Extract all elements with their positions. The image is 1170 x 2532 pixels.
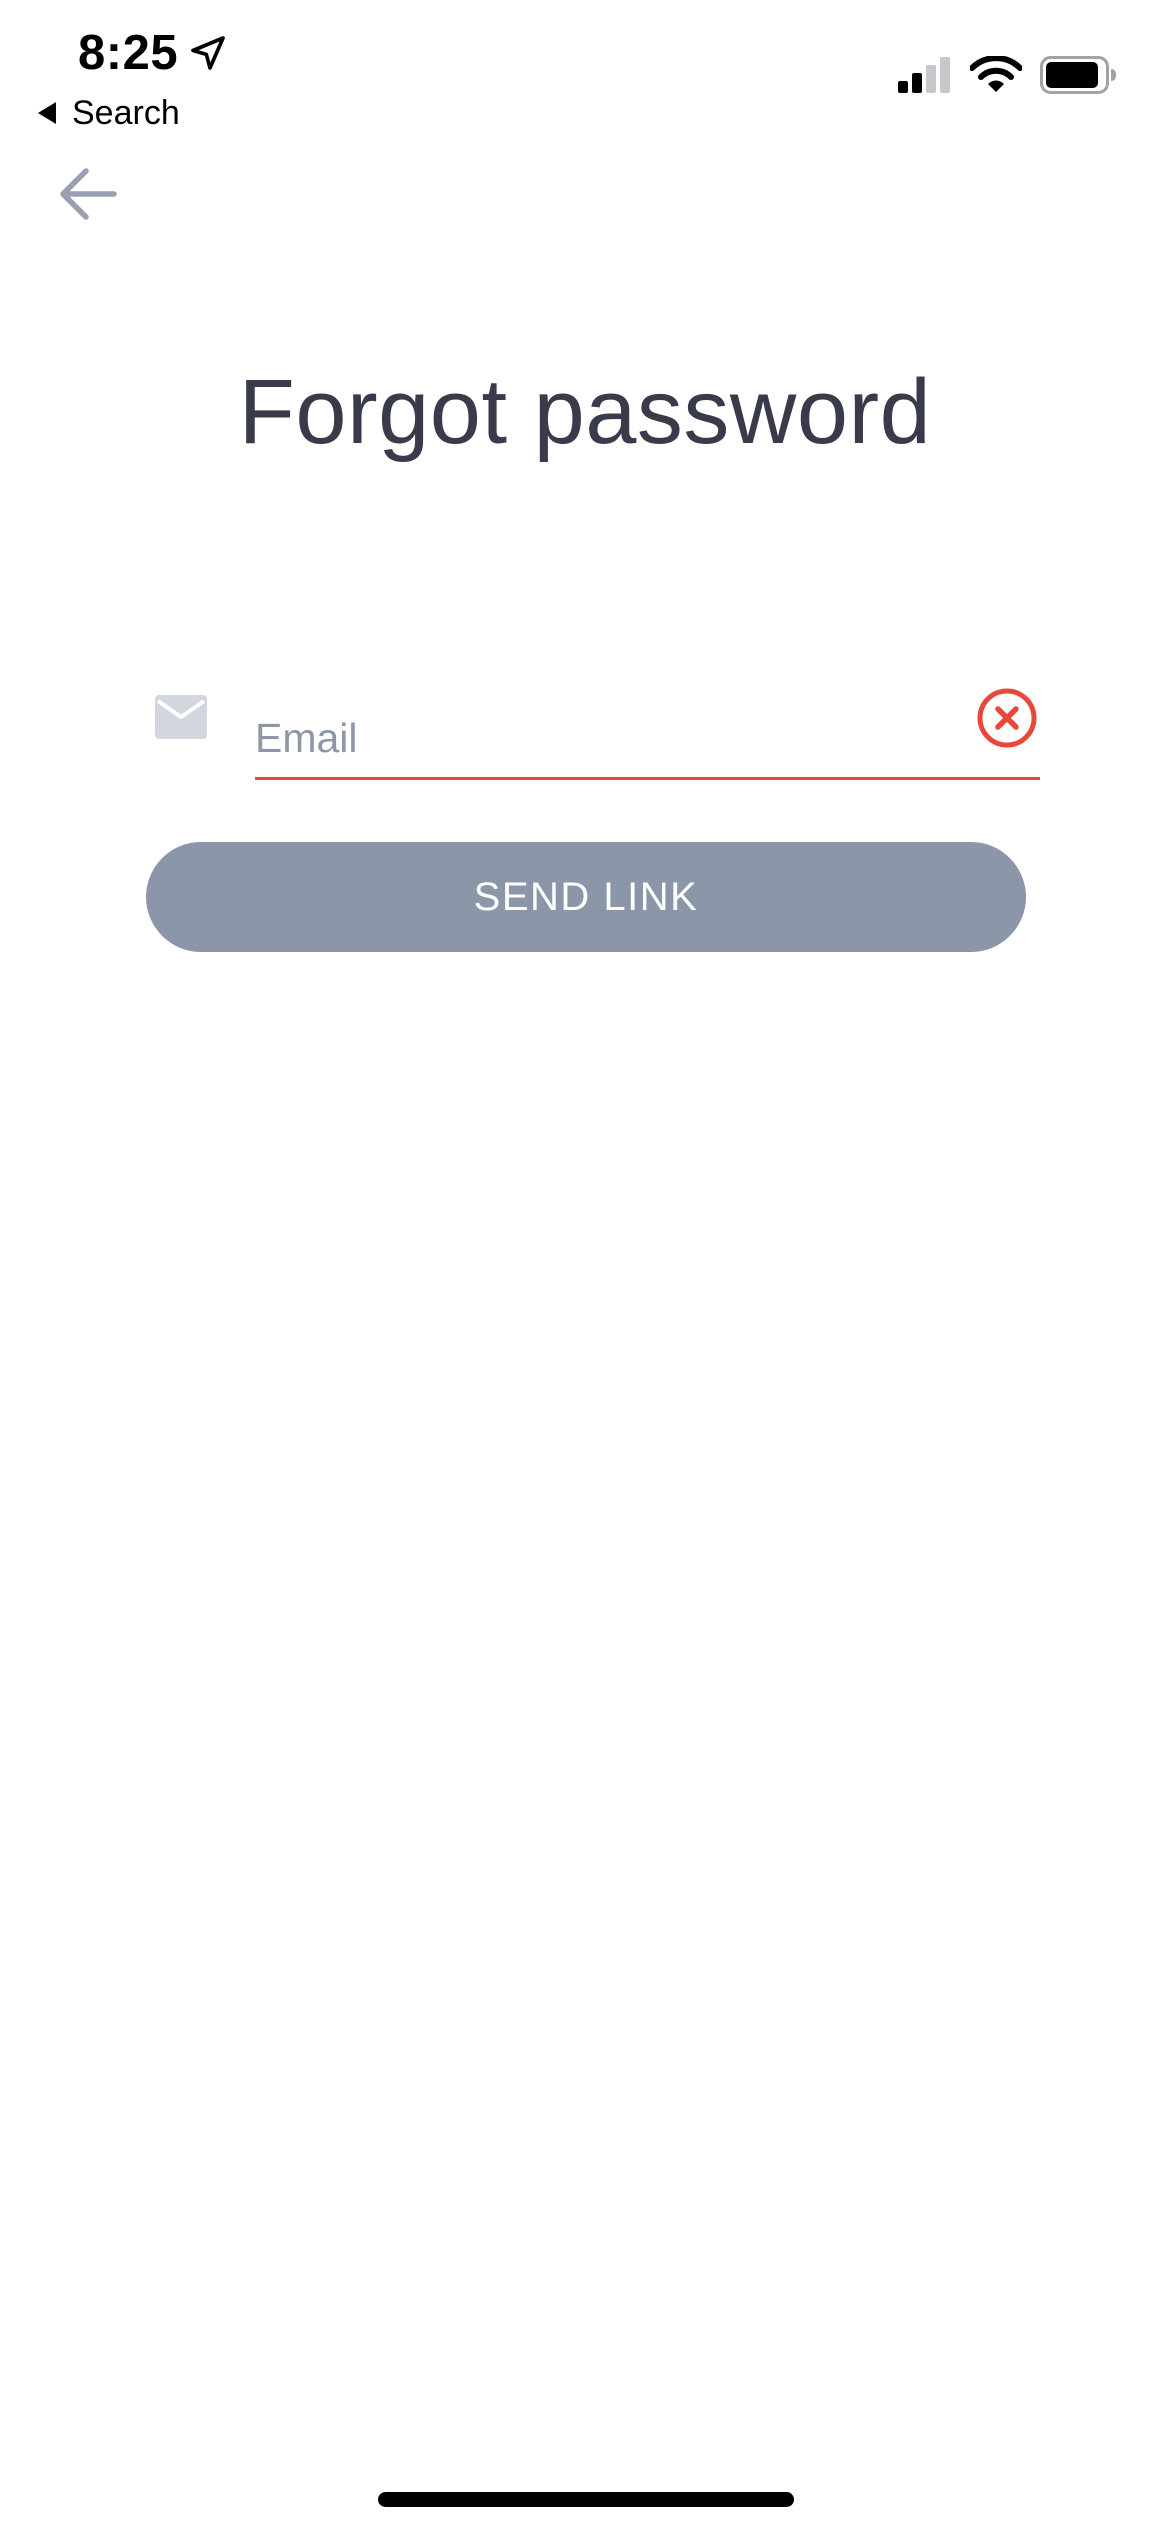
send-link-label: SEND LINK xyxy=(473,874,699,919)
home-indicator[interactable] xyxy=(378,2492,794,2507)
cellular-signal-icon xyxy=(898,57,950,93)
back-to-search-label: Search xyxy=(72,93,180,132)
location-arrow-icon xyxy=(191,36,225,70)
back-triangle-icon xyxy=(38,102,56,124)
back-button[interactable] xyxy=(52,158,124,230)
mail-icon xyxy=(155,695,207,739)
email-field xyxy=(255,680,1040,786)
status-bar-time: 8:25 xyxy=(78,20,228,86)
back-to-search-link[interactable]: Search xyxy=(38,90,180,136)
arrow-left-icon xyxy=(60,168,117,220)
status-bar-indicators xyxy=(898,50,1118,100)
email-input[interactable] xyxy=(255,680,935,786)
battery-icon xyxy=(1040,56,1116,94)
send-link-button[interactable]: SEND LINK xyxy=(146,842,1026,952)
page-title: Forgot password xyxy=(238,361,932,463)
wifi-icon xyxy=(970,56,1022,92)
time-text: 8:25 xyxy=(78,26,179,80)
clear-circle-icon[interactable] xyxy=(975,686,1039,750)
